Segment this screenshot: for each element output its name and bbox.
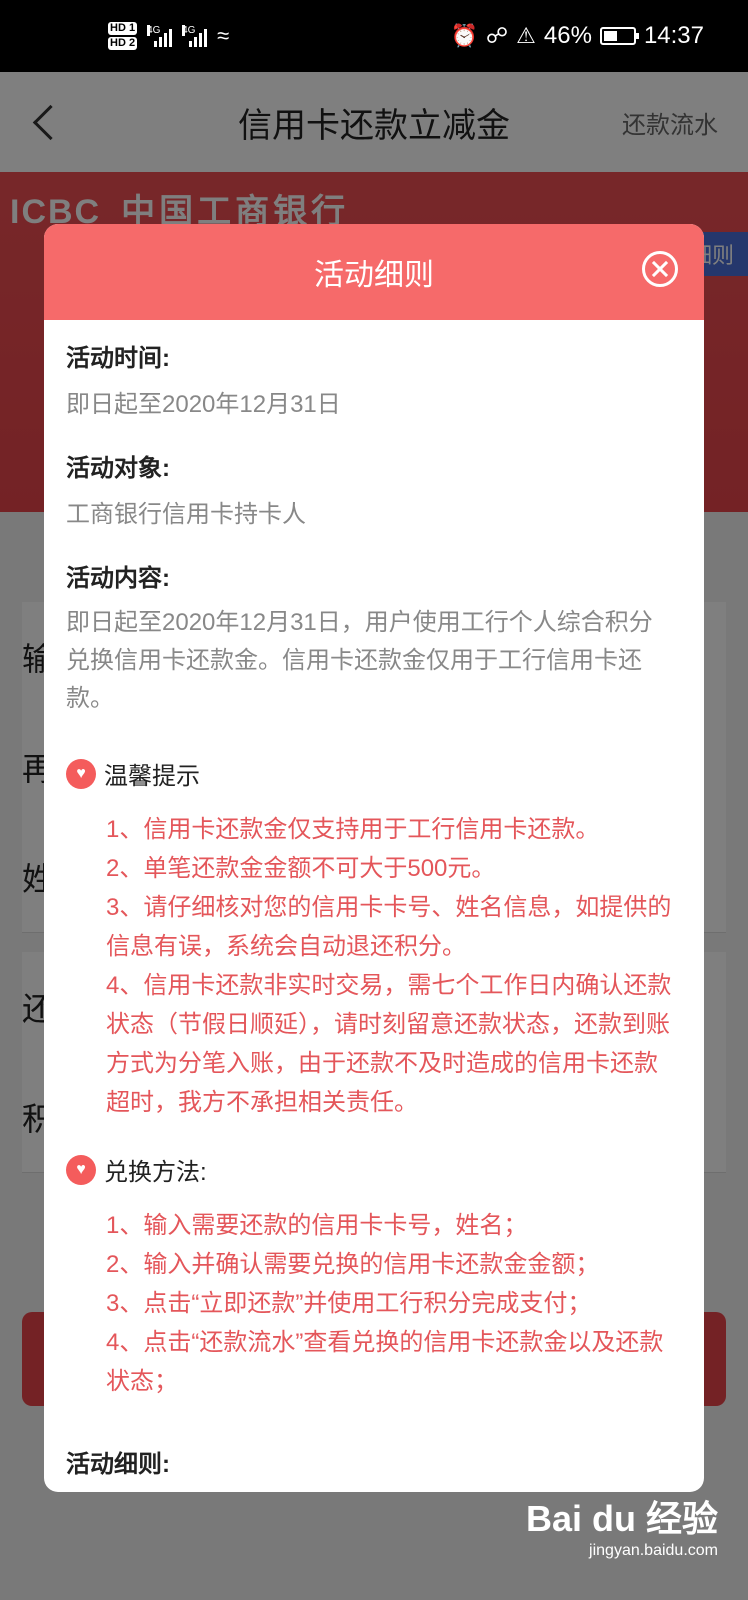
method-heading: ♥ 兑换方法: [66, 1152, 207, 1187]
signal-icon: 4G [147, 25, 173, 47]
hd1-badge: HD 1 [108, 22, 138, 35]
list-item: 2、输入并确认需要兑换的信用卡还款金金额； [106, 1251, 600, 1278]
method-label: 兑换方法: [104, 1159, 207, 1186]
headphones-icon: ☍ [485, 23, 509, 48]
method-list: 1、输入需要还款的信用卡卡号，姓名； 2、输入并确认需要兑换的信用卡还款金金额；… [106, 1206, 678, 1401]
time-value: 即日起至2020年12月31日 [66, 391, 341, 418]
target-value: 工商银行信用卡持卡人 [66, 501, 306, 528]
list-item: 1、信用卡还款金仅支持用于工行信用卡还款。 [106, 816, 600, 843]
list-item: 3、点击“立即还款”并使用工行积分完成支付； [106, 1290, 592, 1317]
alarm-icon: ⏰ [450, 23, 478, 48]
content-value: 即日起至2020年12月31日，用户使用工行个人综合积分兑换信用卡还款金。信用卡… [66, 609, 653, 712]
modal-title: 活动细则 [314, 259, 434, 292]
signal-icon: 4G [182, 25, 208, 47]
battery-percent: 46% [543, 22, 592, 49]
tips-label: 温馨提示 [104, 763, 200, 790]
close-icon[interactable] [642, 251, 678, 287]
list-item: 1、输入需要还款的信用卡卡号，姓名； [106, 1212, 528, 1239]
watermark-sub: jingyan.baidu.com [589, 1542, 718, 1559]
content-label: 活动内容: [66, 565, 170, 592]
tips-heading: ♥ 温馨提示 [66, 756, 200, 791]
baidu-watermark: Bai du 经验 jingyan.baidu.com [526, 1490, 718, 1560]
wifi-icon: ≈ [217, 23, 230, 48]
mute-icon: ⚠ [516, 23, 536, 48]
tips-list: 1、信用卡还款金仅支持用于工行信用卡还款。 2、单笔还款金金额不可大于500元。… [106, 810, 678, 1122]
heart-icon: ♥ [66, 1154, 96, 1185]
status-left: HD 1 HD 2 4G 4G ≈ [108, 21, 229, 51]
net1-label: 4G [147, 25, 161, 36]
details-label: 活动细则: [66, 1451, 170, 1478]
hd2-badge: HD 2 [108, 37, 138, 50]
list-item: 2、单笔还款金金额不可大于500元。 [106, 855, 496, 882]
list-item: 4、信用卡还款非实时交易，需七个工作日内确认还款状态（节假日顺延），请时刻留意还… [106, 972, 672, 1116]
list-item: 4、点击“还款流水”查看兑换的信用卡还款金以及还款状态； [106, 1329, 664, 1395]
status-right: ⏰ ☍ ⚠ 46% 14:37 [450, 22, 704, 50]
time-label: 活动时间: [66, 345, 170, 372]
list-item: 3、请仔细核对您的信用卡卡号、姓名信息，如提供的信息有误，系统会自动退还积分。 [106, 894, 672, 960]
watermark-main: Bai du 经验 [525, 1498, 718, 1539]
rules-modal: 活动细则 活动时间: 即日起至2020年12月31日 活动对象: 工商银行信用卡… [44, 224, 704, 1492]
target-label: 活动对象: [66, 455, 170, 482]
net2-label: 4G [182, 25, 196, 36]
hd-badges: HD 1 HD 2 [108, 21, 138, 51]
heart-icon: ♥ [66, 758, 96, 789]
clock: 14:37 [643, 22, 704, 49]
battery-icon [599, 27, 639, 45]
status-bar: HD 1 HD 2 4G 4G ≈ ⏰ ☍ ⚠ 46% 14:37 [0, 0, 748, 72]
modal-header: 活动细则 [44, 224, 704, 320]
